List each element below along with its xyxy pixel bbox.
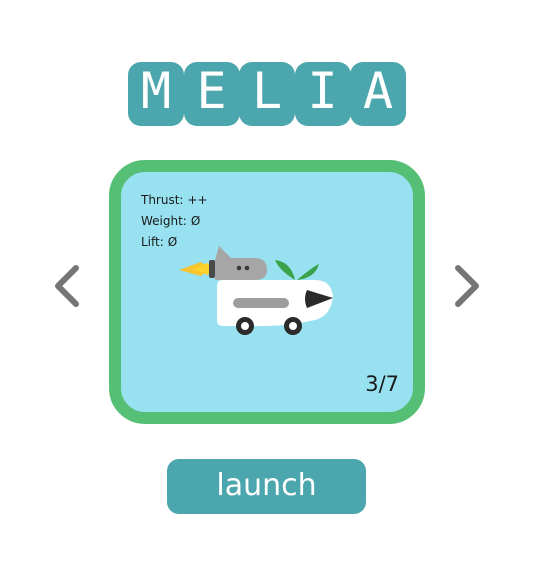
stat-label: Thrust: <box>141 193 184 207</box>
title-letter-tile: M <box>128 62 184 126</box>
next-vehicle-button[interactable] <box>452 264 484 308</box>
title-letter-tile: E <box>183 62 240 126</box>
game-title: M E L I A <box>128 62 408 126</box>
chevron-left-icon <box>55 265 79 307</box>
previous-vehicle-button[interactable] <box>50 264 82 308</box>
vehicle-card: Thrust: ++ Weight: Ø Lift: Ø 3/7 <box>109 160 425 424</box>
stat-value: ++ <box>187 193 208 207</box>
title-letter-tile: A <box>350 62 406 126</box>
stat-label: Lift: <box>141 235 164 249</box>
stat-label: Weight: <box>141 214 187 228</box>
title-letter-tile: I <box>294 62 351 126</box>
rocket-cart-icon <box>179 244 349 364</box>
stat-weight: Weight: Ø <box>141 211 208 232</box>
title-letter-tile: L <box>239 62 295 126</box>
chevron-right-icon <box>455 265 479 307</box>
stat-thrust: Thrust: ++ <box>141 190 208 211</box>
stat-value: Ø <box>167 235 178 249</box>
stat-value: Ø <box>190 214 201 228</box>
launch-button[interactable]: launch <box>167 459 366 514</box>
vehicle-counter: 3/7 <box>365 372 399 396</box>
